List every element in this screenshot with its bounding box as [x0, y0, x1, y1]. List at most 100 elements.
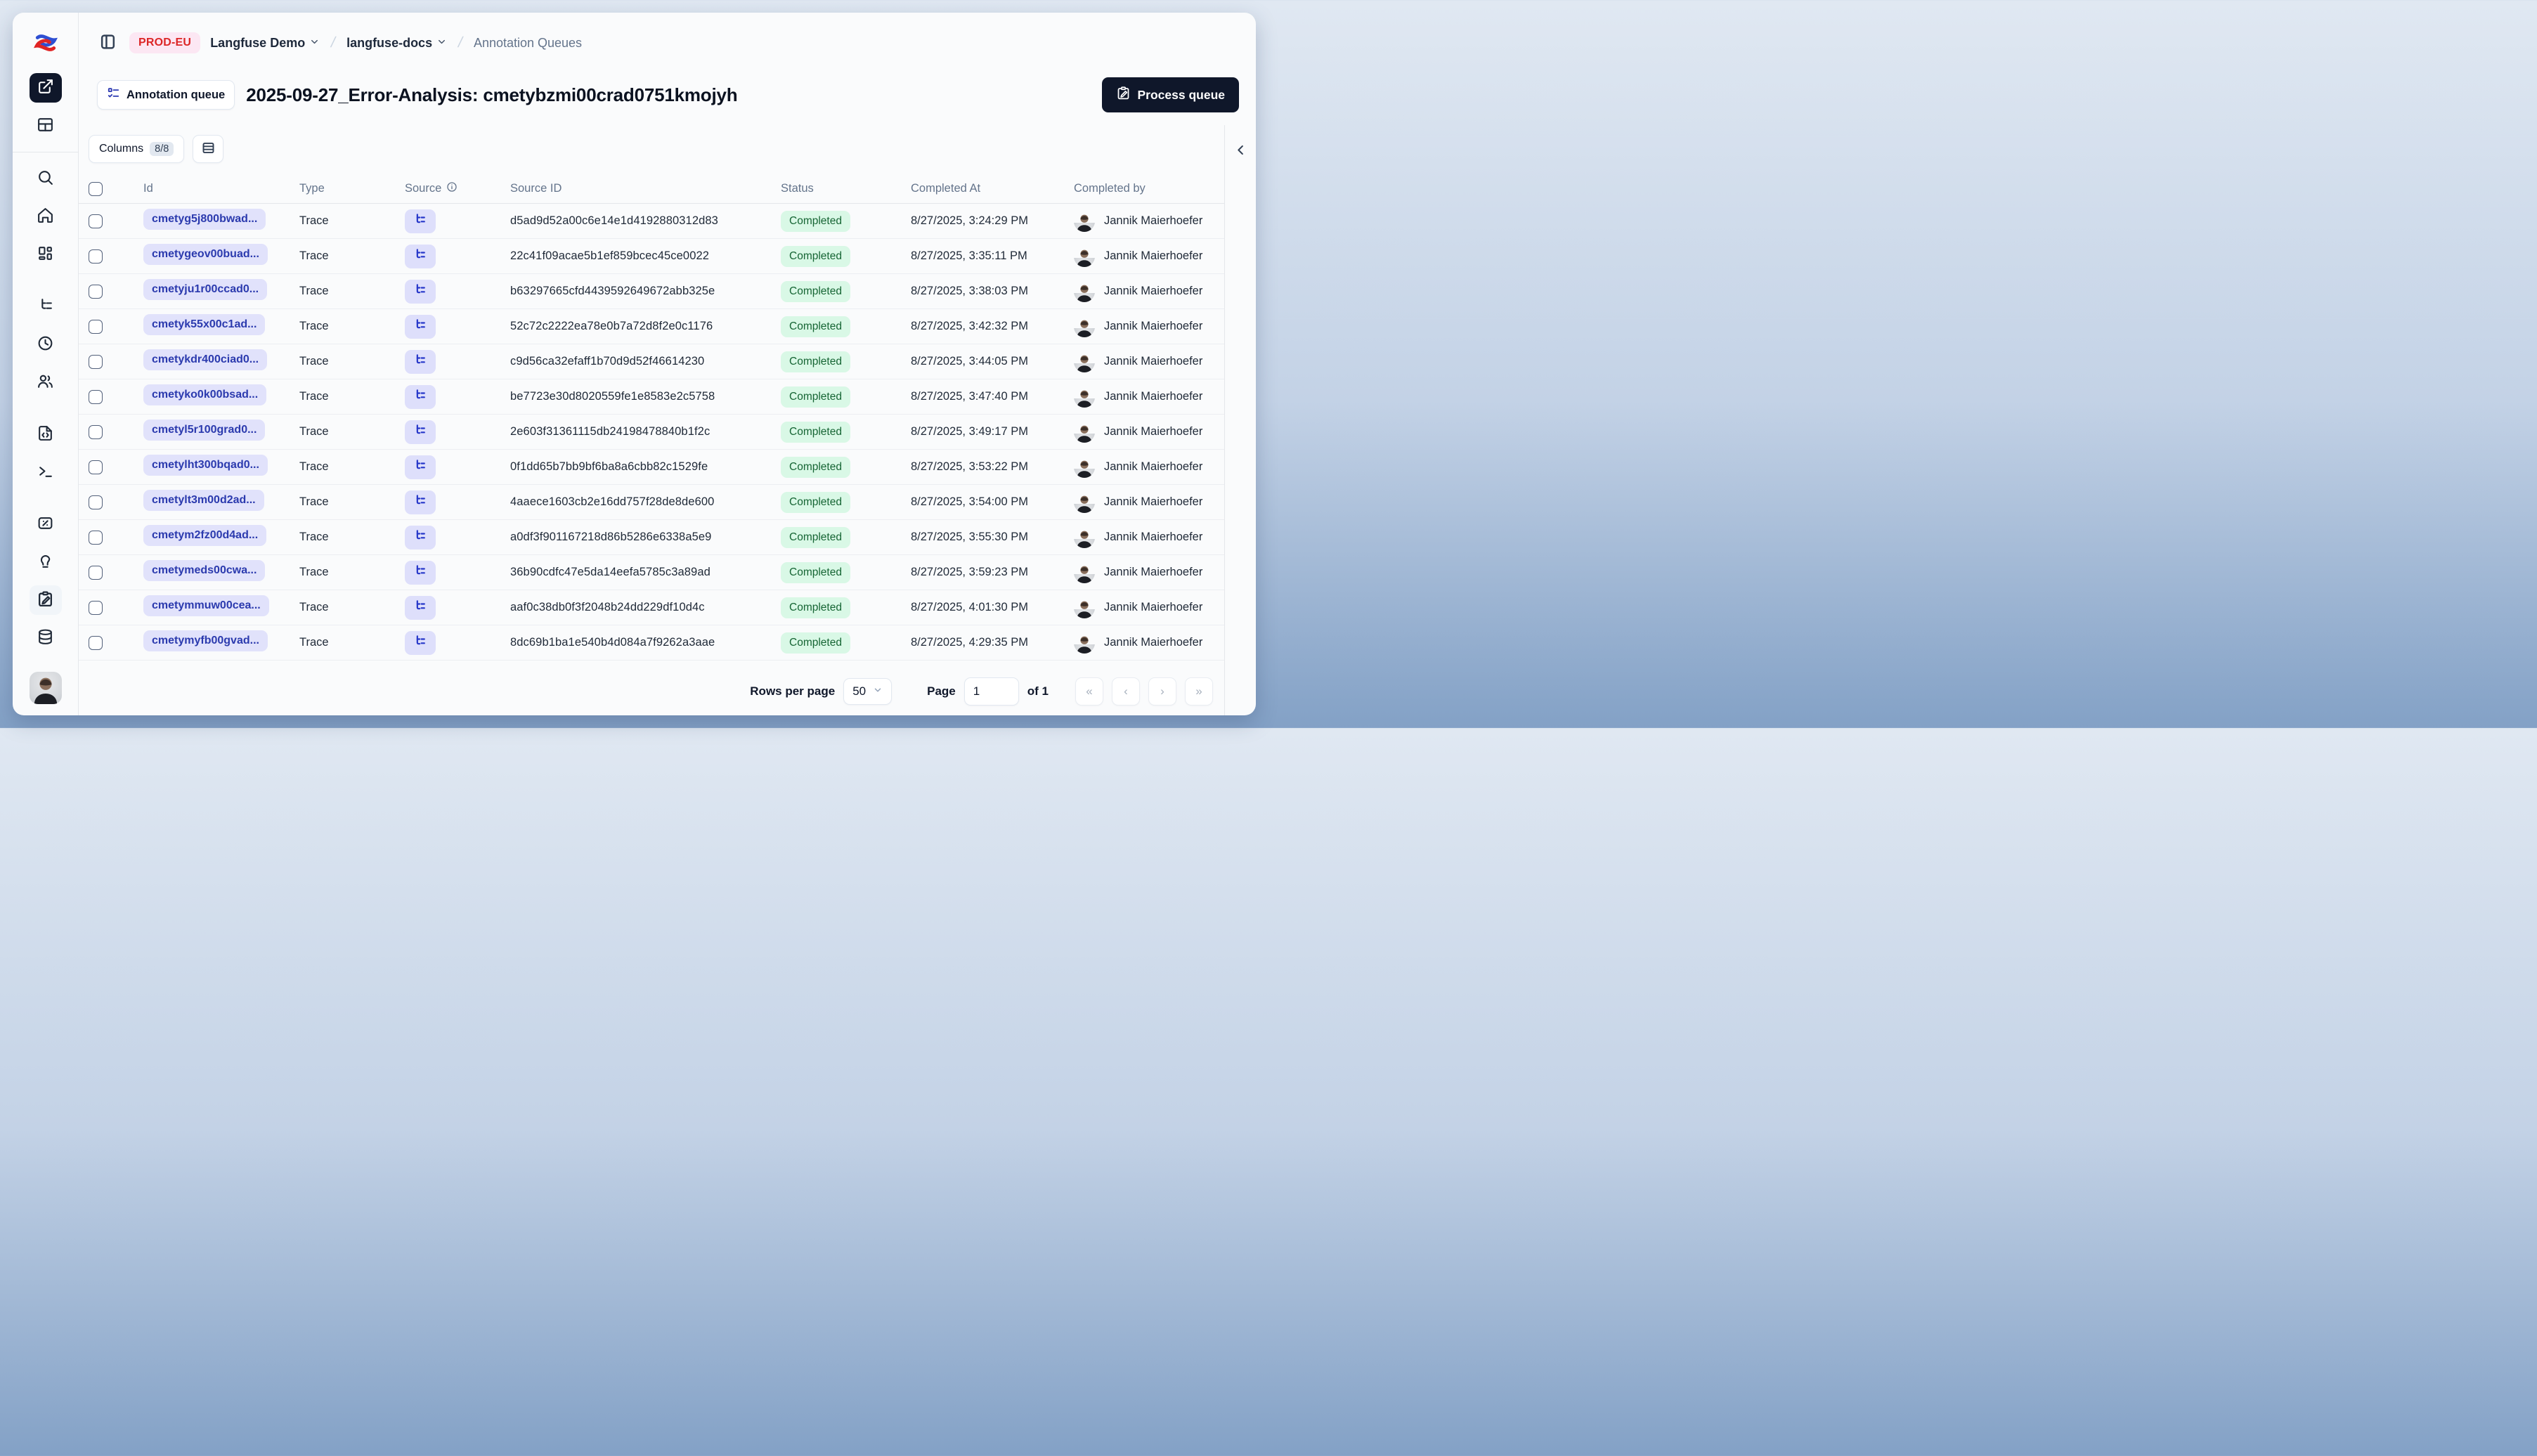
expand-side-panel-button[interactable] — [1230, 141, 1251, 162]
table-row[interactable]: cmetylt3m00d2ad... Trace 4aaece1603cb2e1… — [79, 485, 1224, 520]
trace-source-chip[interactable] — [405, 420, 436, 444]
item-id-link[interactable]: cmetylt3m00d2ad... — [143, 490, 264, 511]
row-checkbox[interactable] — [89, 284, 103, 299]
item-id-link[interactable]: cmetymyfb00gvad... — [143, 630, 268, 651]
trace-tree-icon — [413, 599, 427, 616]
trace-source-chip[interactable] — [405, 455, 436, 479]
open-external-button[interactable] — [29, 73, 62, 103]
project-switcher[interactable]: langfuse-docs — [346, 36, 447, 51]
row-checkbox[interactable] — [89, 635, 103, 650]
user-avatar[interactable] — [29, 672, 62, 704]
item-id-link[interactable]: cmetyg5j800bwad... — [143, 209, 266, 230]
first-page-button[interactable]: « — [1075, 677, 1103, 706]
item-id-link[interactable]: cmetylht300bqad0... — [143, 455, 268, 476]
process-queue-button[interactable]: Process queue — [1101, 77, 1239, 112]
table-row[interactable]: cmetymmuw00cea... Trace aaf0c38db0f3f204… — [79, 590, 1224, 625]
row-checkbox[interactable] — [89, 600, 103, 615]
column-header-status[interactable]: Status — [781, 182, 911, 195]
column-header-completed-by[interactable]: Completed by — [1074, 182, 1224, 195]
sidebar-item-tables[interactable] — [30, 111, 62, 141]
sidebar-item-sessions[interactable] — [30, 330, 62, 359]
row-height-button[interactable] — [193, 135, 224, 163]
column-header-completed-at[interactable]: Completed At — [911, 182, 1074, 195]
row-checkbox[interactable] — [89, 319, 103, 334]
table-row[interactable]: cmetykdr400ciad0... Trace c9d56ca32efaff… — [79, 344, 1224, 379]
table-row[interactable]: cmetymeds00cwa... Trace 36b90cdfc47e5da1… — [79, 555, 1224, 590]
item-id-link[interactable]: cmetyju1r00ccad0... — [143, 279, 268, 300]
trace-source-chip[interactable] — [405, 630, 436, 655]
item-id-link[interactable]: cmetykdr400ciad0... — [143, 349, 268, 370]
next-page-button[interactable]: › — [1148, 677, 1176, 706]
column-header-type[interactable]: Type — [299, 182, 405, 195]
trace-source-chip[interactable] — [405, 525, 436, 550]
row-checkbox[interactable] — [89, 530, 103, 545]
completed-by-avatar — [1074, 562, 1095, 583]
item-id-link[interactable]: cmetyko0k00bsad... — [143, 384, 267, 405]
org-switcher[interactable]: Langfuse Demo — [210, 36, 320, 51]
row-checkbox[interactable] — [89, 495, 103, 509]
table-row[interactable]: cmetymyfb00gvad... Trace 8dc69b1ba1e540b… — [79, 625, 1224, 661]
sidebar-item-search[interactable] — [30, 164, 62, 193]
table-row[interactable]: cmetygeov00buad... Trace 22c41f09acae5b1… — [79, 239, 1224, 274]
sidebar-item-playground[interactable] — [30, 457, 62, 487]
annotation-queue-badge[interactable]: Annotation queue — [97, 80, 235, 110]
item-id-link[interactable]: cmetymmuw00cea... — [143, 595, 269, 616]
sidebar-item-annotation-queues[interactable] — [29, 585, 62, 615]
trace-source-chip[interactable] — [405, 244, 436, 268]
sidebar-item-prompts[interactable] — [30, 420, 62, 449]
row-checkbox[interactable] — [89, 389, 103, 404]
trace-source-chip[interactable] — [405, 349, 436, 374]
table-row[interactable]: cmetym2fz00d4ad... Trace a0df3f901167218… — [79, 520, 1224, 555]
annotation-queue-badge-label: Annotation queue — [126, 88, 226, 101]
row-checkbox[interactable] — [89, 354, 103, 369]
table-row[interactable]: cmetyl5r100grad0... Trace 2e603f31361115… — [79, 415, 1224, 450]
sidebar-item-insights[interactable] — [30, 547, 62, 577]
prev-page-button[interactable]: ‹ — [1112, 677, 1140, 706]
trace-source-chip[interactable] — [405, 560, 436, 585]
sidebar-item-users[interactable] — [30, 368, 62, 397]
sidebar-item-evaluation[interactable] — [30, 509, 62, 539]
trace-source-chip[interactable] — [405, 314, 436, 339]
last-page-button[interactable]: » — [1185, 677, 1213, 706]
trace-tree-icon — [413, 388, 427, 405]
item-id-link[interactable]: cmetygeov00buad... — [143, 244, 268, 265]
select-all-checkbox[interactable] — [89, 181, 103, 196]
trace-source-chip[interactable] — [405, 595, 436, 620]
table-row[interactable]: cmetyju1r00ccad0... Trace b63297665cfd44… — [79, 274, 1224, 309]
sidebar-item-dashboards[interactable] — [30, 240, 62, 269]
sidebar-toggle-button[interactable] — [96, 31, 119, 55]
row-checkbox[interactable] — [89, 249, 103, 264]
table-row[interactable]: cmetyg5j800bwad... Trace d5ad9d52a00c6e1… — [79, 204, 1224, 239]
sidebar-item-datasets[interactable] — [30, 623, 62, 653]
column-header-id[interactable]: Id — [143, 182, 299, 195]
page-number-input[interactable] — [963, 677, 1019, 706]
table-header-row: Id Type Source Source ID Status Complete… — [79, 174, 1224, 204]
row-checkbox[interactable] — [89, 424, 103, 439]
trace-tree-icon — [413, 247, 427, 265]
item-id-link[interactable]: cmetyk55x00c1ad... — [143, 314, 266, 335]
item-id-link[interactable]: cmetymeds00cwa... — [143, 560, 266, 581]
columns-button[interactable]: Columns 8/8 — [89, 135, 185, 163]
avatar-image — [29, 672, 62, 704]
top-navigation-bar: PROD-EU Langfuse Demo / langfuse-docs / … — [79, 13, 1256, 73]
table-row[interactable]: cmetylht300bqad0... Trace 0f1dd65b7bb9bf… — [79, 450, 1224, 485]
column-header-source-id[interactable]: Source ID — [510, 182, 781, 195]
rows-per-page-select[interactable]: 50 — [843, 678, 893, 705]
trace-source-chip[interactable] — [405, 490, 436, 514]
row-checkbox[interactable] — [89, 214, 103, 228]
item-id-link[interactable]: cmetyl5r100grad0... — [143, 420, 266, 441]
table-row[interactable]: cmetyko0k00bsad... Trace be7723e30d80205… — [79, 379, 1224, 415]
row-checkbox[interactable] — [89, 460, 103, 474]
sidebar-item-tracing[interactable] — [30, 292, 62, 321]
row-checkbox[interactable] — [89, 565, 103, 580]
type-label: Trace — [299, 601, 329, 613]
type-label: Trace — [299, 320, 329, 332]
table-row[interactable]: cmetyk55x00c1ad... Trace 52c72c2222ea78e… — [79, 309, 1224, 344]
column-header-source[interactable]: Source — [405, 181, 510, 196]
trace-source-chip[interactable] — [405, 209, 436, 233]
source-id-value: 52c72c2222ea78e0b7a72d8f2e0c1176 — [510, 320, 713, 332]
sidebar-item-home[interactable] — [30, 202, 62, 231]
trace-source-chip[interactable] — [405, 279, 436, 304]
item-id-link[interactable]: cmetym2fz00d4ad... — [143, 525, 267, 546]
trace-source-chip[interactable] — [405, 384, 436, 409]
